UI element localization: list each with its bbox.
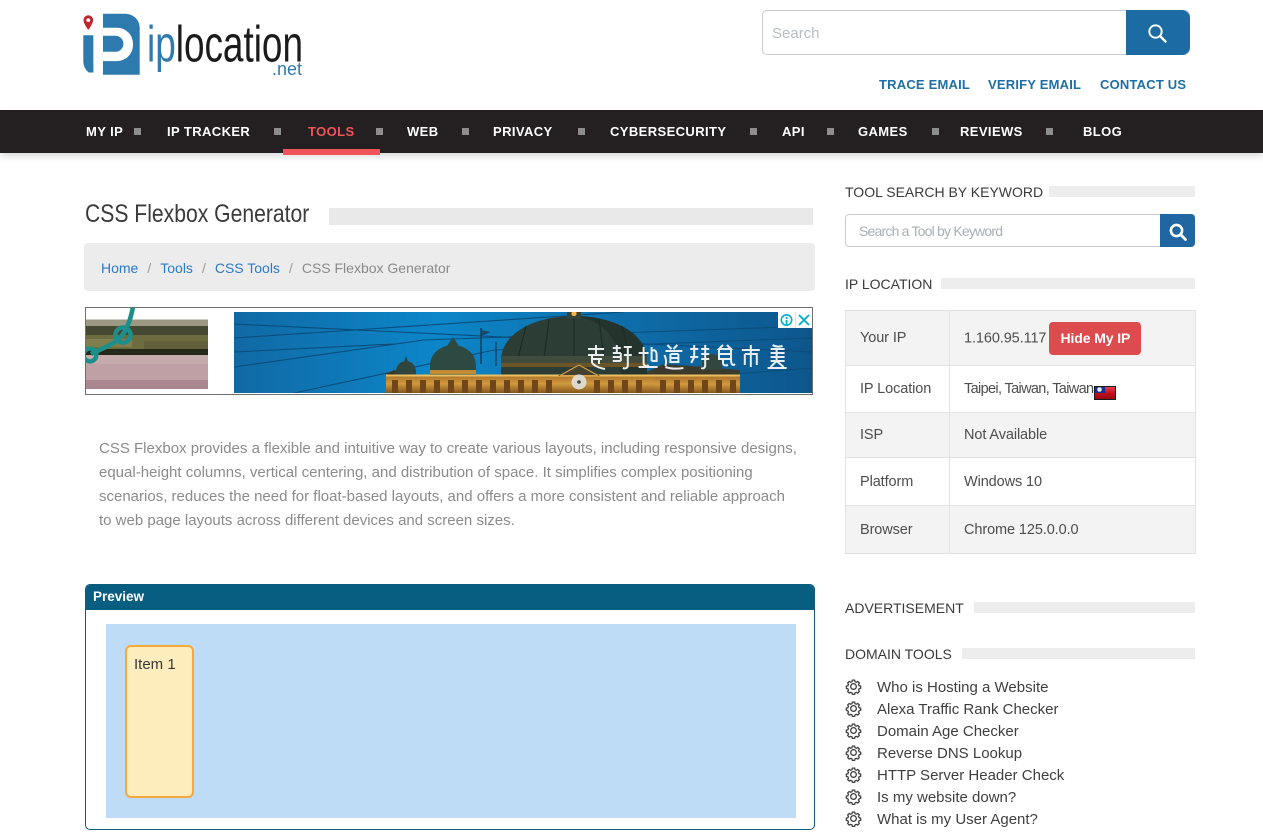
- svg-text:.net: .net: [272, 59, 302, 79]
